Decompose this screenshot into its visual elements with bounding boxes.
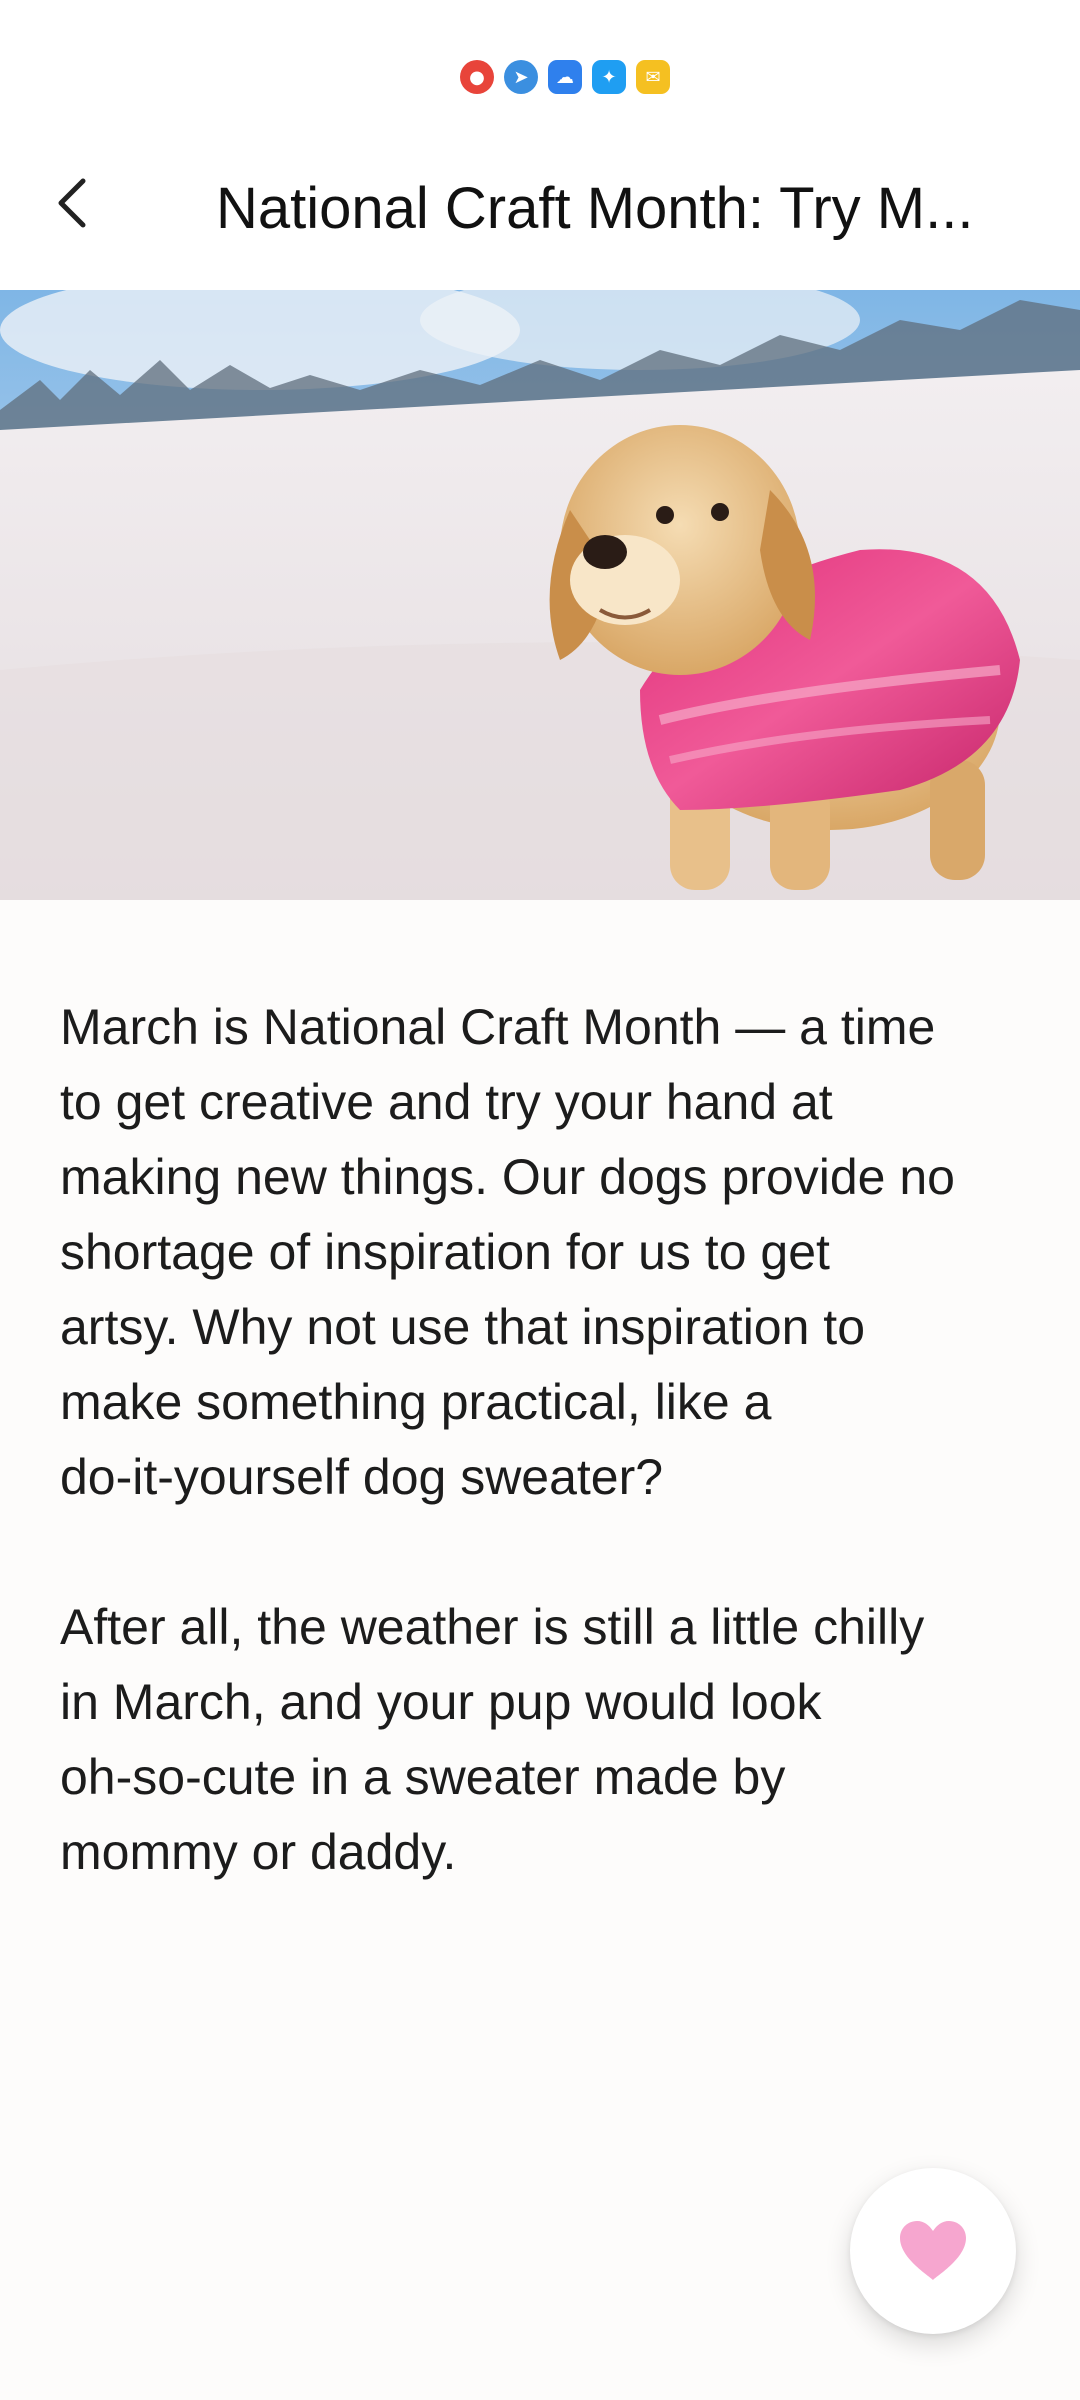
hero-image: [0, 290, 1080, 900]
app-icon: ●: [460, 60, 494, 94]
back-button[interactable]: [38, 168, 108, 238]
favorite-button[interactable]: [850, 2168, 1016, 2334]
page-title: National Craft Month: Try M...: [216, 176, 974, 241]
article-paragraph: After all, the weather is still a little…: [60, 1599, 925, 1880]
chevron-left-icon: [58, 178, 86, 228]
article-body: March is National Craft Month — a time t…: [60, 990, 1040, 1965]
article-paragraph: March is National Craft Month — a time t…: [60, 999, 955, 1505]
cloud-icon: ☁: [548, 60, 582, 94]
mail-icon: ✉: [636, 60, 670, 94]
telegram-icon: ➤: [504, 60, 538, 94]
status-bar: ● ➤ ☁ ✦ ✉: [0, 0, 1080, 140]
tips-icon: ✦: [592, 60, 626, 94]
heart-icon: [900, 2221, 966, 2280]
app-bar: National Craft Month: Try M...: [0, 140, 1080, 290]
notification-icons: ● ➤ ☁ ✦ ✉: [460, 60, 670, 94]
